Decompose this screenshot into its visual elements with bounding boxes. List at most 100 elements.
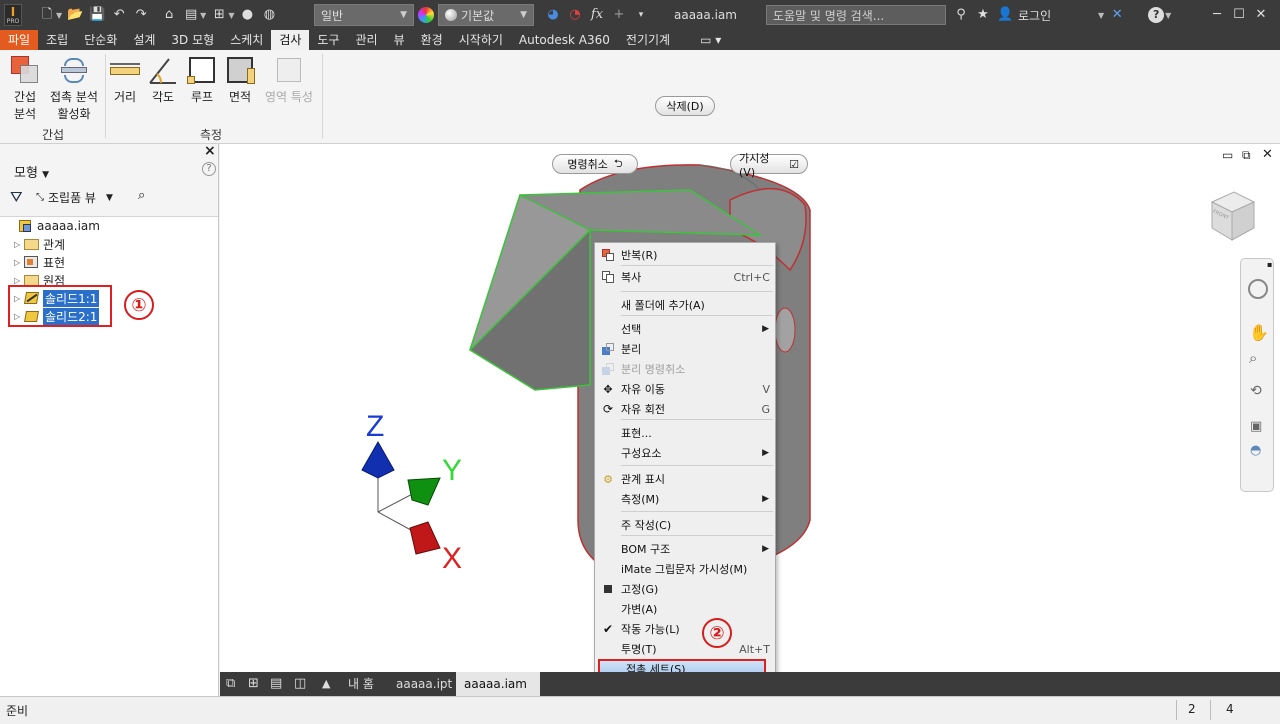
tab-file[interactable]: 파일 [0, 30, 39, 50]
undo-icon[interactable]: ↶ [111, 7, 127, 23]
menu-item[interactable]: ⟳ 자유 회전 G [595, 399, 775, 419]
menu-item[interactable]: ⚙ 관계 표시 [595, 469, 775, 489]
cascade-windows-icon[interactable]: ⧉ [226, 676, 235, 691]
contact-analysis-button[interactable]: 접촉 분석 활성화 [46, 54, 102, 122]
tab-assemble[interactable]: 조립 [38, 30, 76, 50]
zoom-icon[interactable]: ⌕ [1249, 349, 1257, 367]
menu-item[interactable]: 주 작성(C) [595, 515, 775, 535]
view-face-icon[interactable]: ◓ [1250, 443, 1261, 458]
update-dropdown-icon[interactable]: ▼ [200, 11, 206, 20]
clear-appearance-icon[interactable]: ◔ [567, 7, 583, 23]
home-icon[interactable]: ⌂ [161, 7, 177, 23]
assembly-view-selector[interactable]: ⤡ 조립품 뷰 ▼ [36, 189, 113, 206]
menu-item[interactable]: ✥ 자유 이동 V [595, 379, 775, 399]
viewport-close-icon[interactable]: ✕ [1262, 147, 1273, 162]
menu-item[interactable]: 투명(T) Alt+T [595, 639, 775, 659]
user-icon[interactable]: 👤 [997, 7, 1013, 23]
steering-wheel-icon[interactable] [1248, 279, 1268, 299]
exchange-apps-icon[interactable]: ✕ [1109, 7, 1125, 23]
minimize-icon[interactable]: ─ [1209, 7, 1225, 23]
navbar-close-icon[interactable]: ▪ [1267, 260, 1272, 269]
browser-close-icon[interactable]: × [204, 143, 216, 159]
expand-icon[interactable]: ▷ [14, 240, 24, 249]
ribbon-display-options[interactable]: ▭ ▾ [692, 30, 729, 50]
visibility-button[interactable]: 가시성(V) ☑ [730, 152, 808, 179]
tree-node-representations[interactable]: ▷ 표현 [14, 253, 65, 271]
tree-root[interactable]: aaaaa.iam [18, 217, 100, 235]
look-at-icon[interactable]: ▣ [1250, 419, 1262, 434]
tab-design[interactable]: 설계 [125, 30, 163, 50]
tree-node-relationships[interactable]: ▷ 관계 [14, 235, 65, 253]
menu-item[interactable]: 가변(A) [595, 599, 775, 619]
sphere-icon[interactable]: ◍ [261, 7, 277, 23]
tab-get-started[interactable]: 시작하기 [451, 30, 511, 50]
plus-icon[interactable]: + [611, 7, 627, 23]
tab-environments[interactable]: 환경 [413, 30, 451, 50]
measure-angle-button[interactable]: 각도 [146, 54, 180, 105]
filter-icon[interactable]: ⛛ [10, 188, 23, 206]
pan-icon[interactable]: ✋ [1249, 323, 1269, 342]
viewport-minimize-icon[interactable]: ▭ [1222, 148, 1233, 162]
viewport-restore-icon[interactable]: ⧉ [1242, 148, 1251, 163]
adjust-appearance-icon[interactable]: ◕ [545, 7, 561, 23]
update-icon[interactable]: ▤ [183, 7, 199, 23]
open-folder-icon[interactable]: 📂 [67, 7, 83, 23]
appearance-combo[interactable]: 기본값 ▼ [438, 4, 534, 26]
tab-electromechanical[interactable]: 전기기계 [618, 30, 678, 50]
menu-item[interactable]: BOM 구조 ▶ [595, 539, 775, 559]
close-window-icon[interactable]: ✕ [1253, 7, 1269, 23]
redo-icon[interactable]: ↷ [133, 7, 149, 23]
tabs-up-arrow-icon[interactable]: ▲ [322, 677, 330, 690]
region-properties-button[interactable]: 영역 특성 [261, 54, 317, 105]
menu-item[interactable]: 새 폴더에 추가(A) [595, 295, 775, 315]
interference-analysis-button[interactable]: 간섭 분석 [6, 54, 44, 122]
help-circle-icon[interactable]: ? [1148, 7, 1165, 23]
menu-item[interactable]: 표현... [595, 423, 775, 443]
browser-help-icon[interactable]: ? [202, 162, 216, 176]
binoculars-icon[interactable]: ⚲ [953, 7, 969, 23]
style-combo[interactable]: 일반 ▼ [314, 4, 414, 26]
menu-item[interactable]: ✔ 작동 가능(L) [595, 619, 775, 639]
measure-loop-button[interactable]: 루프 [185, 54, 219, 105]
signin-dropdown-icon[interactable]: ▼ [1098, 11, 1104, 20]
expand-icon[interactable]: ▷ [14, 258, 24, 267]
undo-command-button[interactable]: 명령취소 ⮌ [552, 154, 638, 174]
menu-item[interactable]: 구성요소 ▶ [595, 443, 775, 463]
maximize-icon[interactable]: ☐ [1231, 7, 1247, 23]
save-icon[interactable]: 💾 [89, 7, 105, 23]
expand-icon[interactable]: ▷ [14, 276, 24, 285]
tab-a360[interactable]: Autodesk A360 [511, 30, 618, 50]
tab-3d-model[interactable]: 3D 모형 [163, 30, 222, 50]
select-dropdown-icon[interactable]: ▼ [228, 11, 234, 20]
menu-item[interactable]: 고정(G) [595, 579, 775, 599]
star-icon[interactable]: ★ [975, 7, 991, 23]
measure-distance-button[interactable]: 거리 [108, 54, 142, 105]
menu-item[interactable]: 반복(R) [595, 245, 775, 265]
menu-item[interactable]: 복사 Ctrl+C [595, 267, 775, 287]
tab-inspect[interactable]: 검사 [271, 30, 310, 50]
menu-item[interactable]: 선택 ▶ [595, 319, 775, 339]
view-cube[interactable]: FRONT [1204, 188, 1256, 241]
material-icon[interactable]: ● [239, 7, 255, 23]
tab-tools[interactable]: 도구 [309, 30, 347, 50]
tab-assembly-document[interactable]: aaaaa.iam × [456, 672, 540, 715]
menu-item[interactable]: 분리 명령취소 [595, 359, 775, 379]
select-icon[interactable]: ⊞ [211, 7, 227, 23]
tile-horizontal-icon[interactable]: ▤ [270, 676, 282, 691]
delete-measure-button[interactable]: 삭제(D) [655, 96, 715, 116]
menu-item[interactable]: 분리 [595, 339, 775, 359]
tile-windows-icon[interactable]: ⊞ [248, 676, 259, 691]
help-dropdown-icon[interactable]: ▼ [1165, 11, 1171, 20]
tile-vertical-icon[interactable]: ◫ [294, 676, 306, 691]
customize-toolbar-icon[interactable]: ▾ [633, 7, 649, 23]
browser-search-icon[interactable]: ⌕ [138, 188, 145, 203]
tab-part-document[interactable]: aaaaa.ipt [388, 672, 460, 696]
new-dropdown-icon[interactable]: ▼ [56, 11, 62, 20]
orbit-icon[interactable]: ⟲ [1250, 383, 1262, 399]
fx-icon[interactable]: fx [589, 7, 605, 23]
color-wheel-icon[interactable] [418, 7, 434, 23]
app-logo[interactable]: I PRO [4, 0, 26, 30]
menu-item[interactable]: 측정(M) ▶ [595, 489, 775, 509]
help-search-input[interactable]: 도움말 및 명령 검색... [766, 5, 946, 25]
tab-view[interactable]: 뷰 [386, 30, 413, 50]
